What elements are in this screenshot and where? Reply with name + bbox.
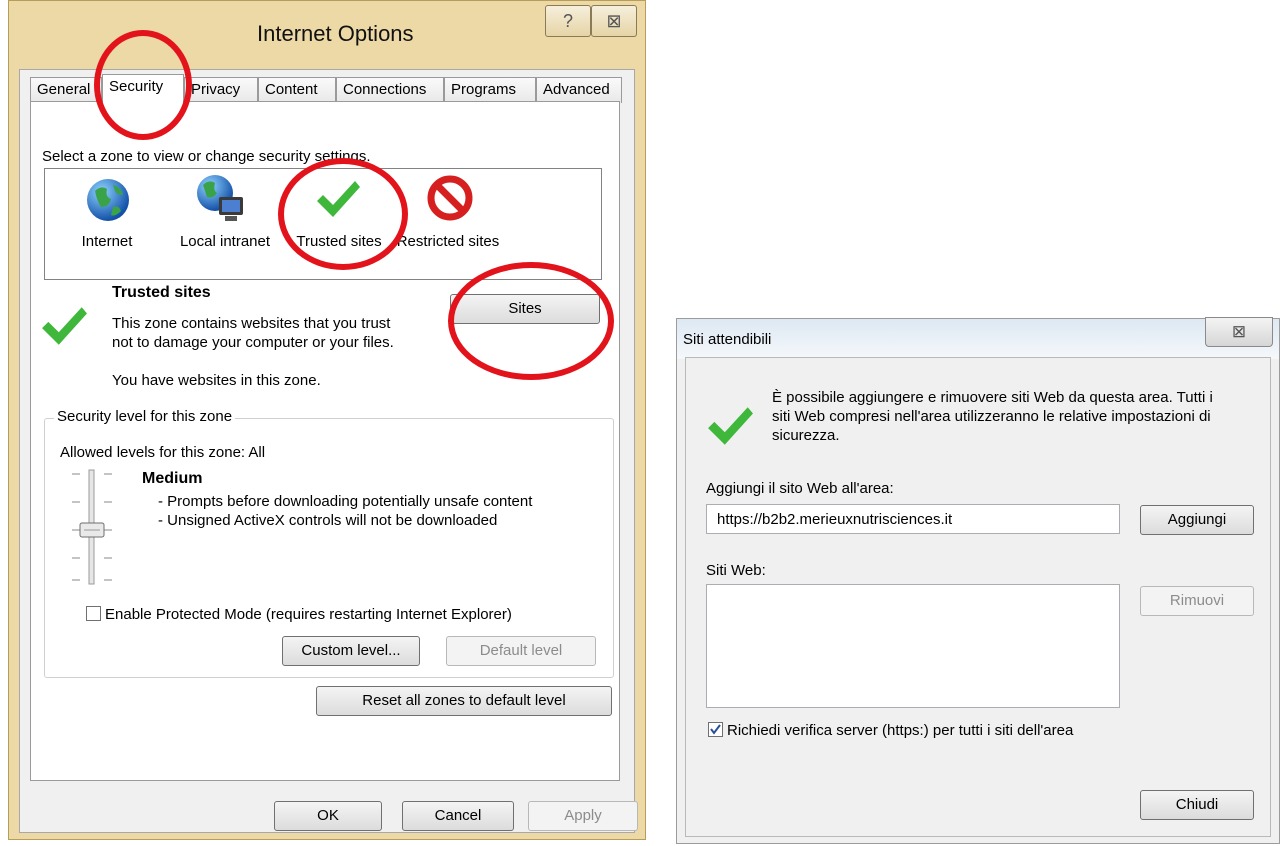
close-button[interactable]: ⊠ <box>1205 317 1273 347</box>
tab-connections[interactable]: Connections <box>336 77 444 103</box>
tab-general[interactable]: General <box>30 77 102 103</box>
dialog-client: General Security Privacy Content Connect… <box>19 69 638 833</box>
add-site-label: Aggiungi il sito Web all'area: <box>706 480 894 497</box>
reset-all-zones-button[interactable]: Reset all zones to default level <box>316 686 612 716</box>
ok-button[interactable]: OK <box>274 801 382 831</box>
help-icon: ? <box>562 11 573 31</box>
close-dialog-button[interactable]: Chiudi <box>1140 790 1254 820</box>
verify-server-label: Richiedi verifica server (https:) per tu… <box>727 722 1074 739</box>
sites-button[interactable]: Sites <box>450 294 600 324</box>
add-button[interactable]: Aggiungi <box>1140 505 1254 535</box>
zone-prompt: Select a zone to view or change security… <box>42 148 371 165</box>
remove-button[interactable]: Rimuovi <box>1140 586 1254 616</box>
security-level-legend: Security level for this zone <box>54 408 236 425</box>
help-button[interactable]: ? <box>545 5 591 37</box>
tab-programs[interactable]: Programs <box>444 77 536 103</box>
websites-label: Siti Web: <box>706 562 766 579</box>
dialog-title: Siti attendibili <box>683 331 772 348</box>
checkmark-icon <box>317 181 360 217</box>
security-level-name: Medium <box>142 470 203 487</box>
verify-server-checkbox[interactable] <box>708 722 723 737</box>
close-icon: ⊠ <box>606 11 622 31</box>
dialog-client: È possibile aggiungere e rimuovere siti … <box>685 357 1271 837</box>
close-button[interactable]: ⊠ <box>591 5 637 37</box>
custom-level-button[interactable]: Custom level... <box>282 636 420 666</box>
checkmark-icon <box>708 407 753 445</box>
zone-list: Internet Local intranet Trusted sites Re… <box>44 168 602 280</box>
close-icon: ⊠ <box>1231 322 1247 341</box>
globe-icon <box>87 179 129 221</box>
apply-button[interactable]: Apply <box>528 801 638 831</box>
tab-privacy[interactable]: Privacy <box>184 77 258 103</box>
dialog-description: È possibile aggiungere e rimuovere siti … <box>772 389 1213 444</box>
security-level-description: - Prompts before downloading potentially… <box>158 492 568 530</box>
default-level-button[interactable]: Default level <box>446 636 596 666</box>
selected-zone-description: This zone contains websites that you tru… <box>112 315 394 351</box>
selected-zone-title: Trusted sites <box>112 284 211 301</box>
tab-security[interactable]: Security <box>102 74 184 105</box>
add-site-input[interactable] <box>706 504 1120 534</box>
protected-mode-row[interactable]: Enable Protected Mode (requires restarti… <box>86 606 512 623</box>
websites-list[interactable] <box>706 584 1120 708</box>
tab-advanced[interactable]: Advanced <box>536 77 622 103</box>
checkbox-check-icon <box>710 724 721 735</box>
level-bullet: - Unsigned ActiveX controls will not be … <box>158 512 498 529</box>
checkmark-icon <box>42 307 87 345</box>
zone-local-intranet-label: Local intranet <box>179 233 271 250</box>
verify-server-row[interactable]: Richiedi verifica server (https:) per tu… <box>708 722 1073 739</box>
level-bullet: - Prompts before downloading potentially… <box>158 493 533 510</box>
protected-mode-checkbox[interactable] <box>86 606 101 621</box>
zone-internet-label: Internet <box>81 233 133 250</box>
internet-options-window: Internet Options ? ⊠ General Security Pr… <box>8 0 646 840</box>
title-bar[interactable]: Internet Options ? ⊠ <box>9 1 645 69</box>
allowed-levels-text: Allowed levels for this zone: All <box>60 444 266 461</box>
zone-trusted-sites-label: Trusted sites <box>296 233 382 250</box>
title-bar[interactable]: Siti attendibili ⊠ <box>677 317 1279 359</box>
restricted-icon <box>427 175 473 221</box>
protected-mode-label: Enable Protected Mode (requires restarti… <box>105 606 512 623</box>
tab-content[interactable]: Content <box>258 77 336 103</box>
trusted-sites-dialog: Siti attendibili ⊠ È possibile aggiunger… <box>676 317 1280 844</box>
security-level-slider[interactable] <box>64 468 120 586</box>
selected-zone-has-sites: You have websites in this zone. <box>112 372 321 389</box>
intranet-icon <box>197 175 243 221</box>
window-title: Internet Options <box>257 21 414 46</box>
zone-restricted-sites-label: Restricted sites <box>396 233 500 250</box>
cancel-button[interactable]: Cancel <box>402 801 514 831</box>
